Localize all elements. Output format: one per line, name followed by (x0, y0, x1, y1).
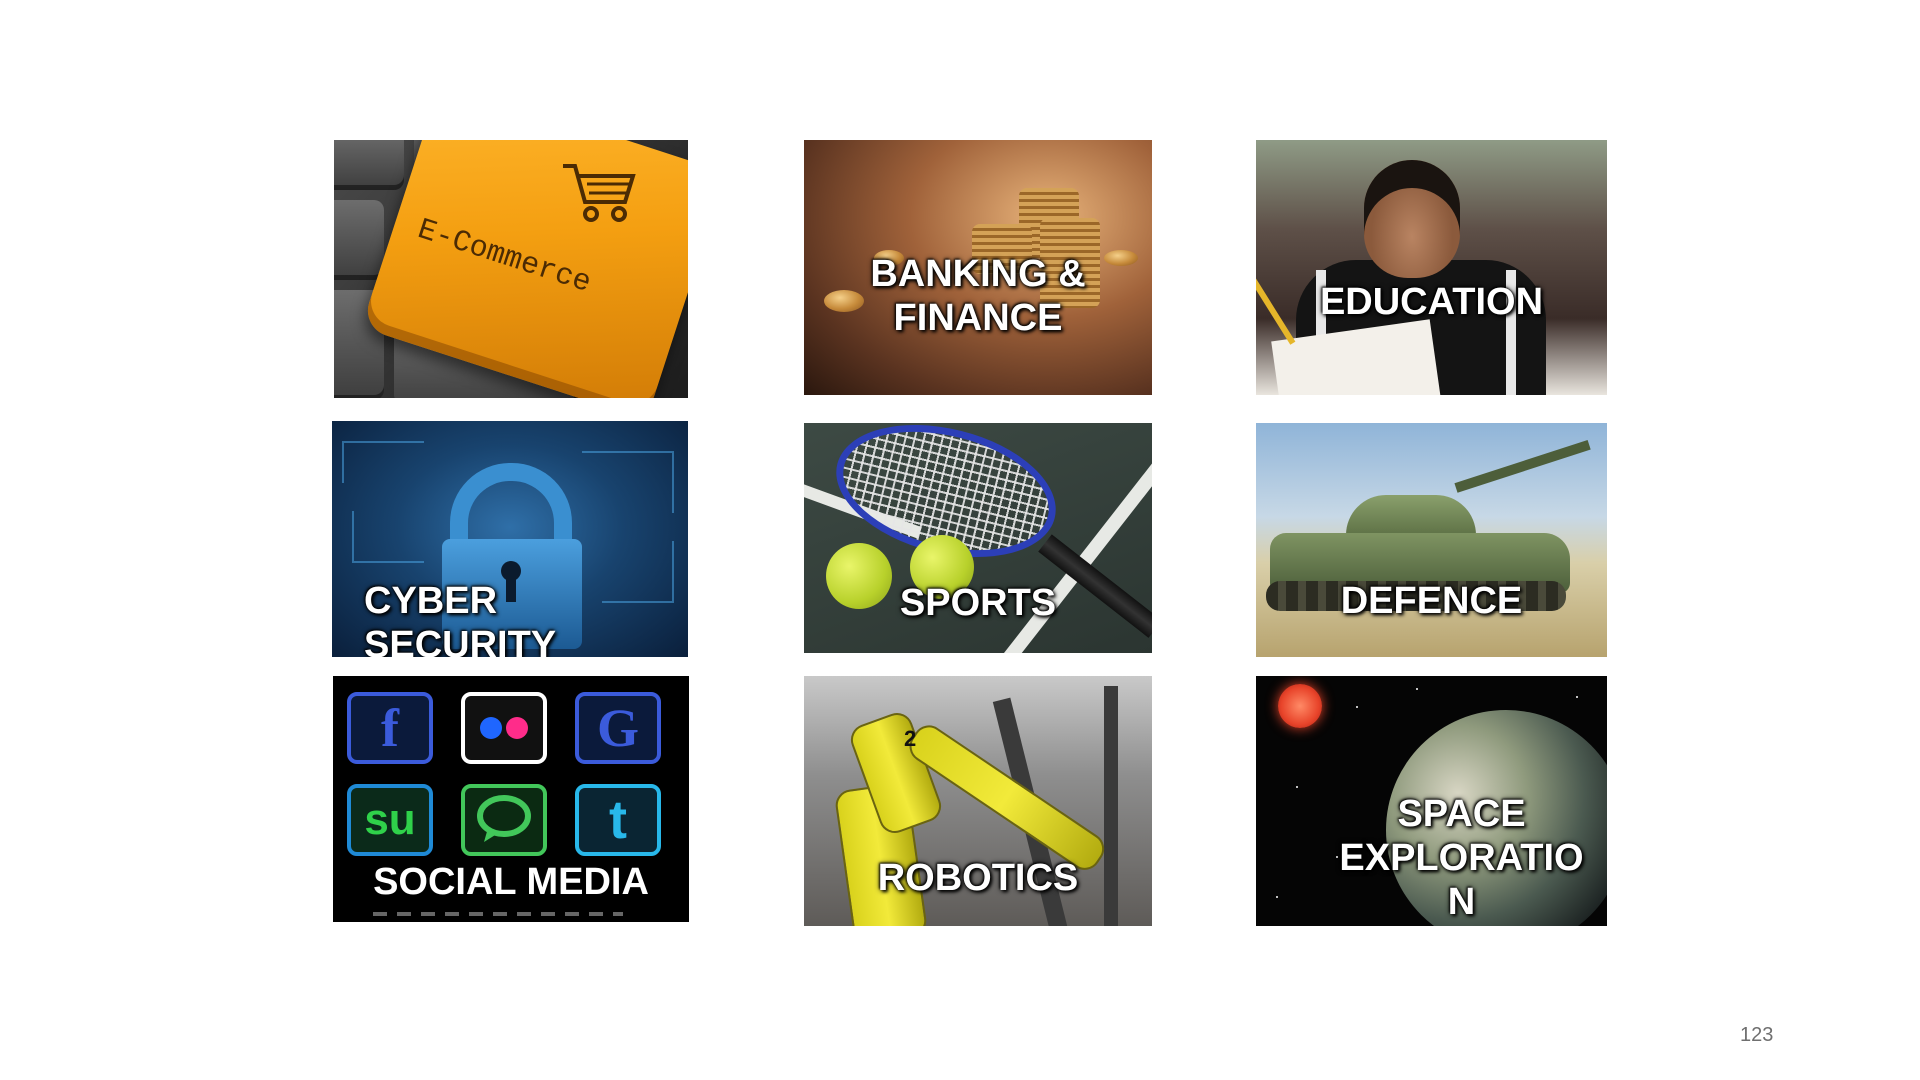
social-media-tile: f G su t SOCIAL MEDIA (333, 676, 689, 922)
sports-label: SPORTS (899, 582, 1057, 624)
google-icon: G (575, 692, 661, 764)
red-star (1278, 684, 1322, 728)
flickr-icon (461, 692, 547, 764)
keyboard-key (334, 140, 404, 190)
space-exploration-tile: SPACE EXPLORATIO N (1256, 676, 1607, 926)
stumbleupon-icon: su (347, 784, 433, 856)
star (1356, 706, 1358, 708)
student-head (1364, 160, 1460, 278)
cropped-caption (373, 912, 623, 916)
defence-label: DEFENCE (1340, 580, 1523, 622)
circuit-trace (342, 441, 424, 483)
facebook-icon: f (347, 692, 433, 764)
page-number: 123 (1740, 1024, 1774, 1046)
shopping-cart-icon (563, 164, 636, 222)
circuit-trace (352, 511, 424, 563)
social-media-label: SOCIAL MEDIA (373, 861, 649, 903)
banking-finance-tile: BANKING & FINANCE (804, 140, 1152, 395)
ecommerce-tile: E-Commerce (334, 140, 688, 398)
chat-icon (461, 784, 547, 856)
star (1576, 696, 1578, 698)
circuit-trace (582, 451, 674, 513)
tank-gun (1454, 439, 1591, 493)
keyboard-key (334, 200, 384, 280)
cyber-security-tile: CYBER SECURITY (332, 421, 688, 657)
education-tile: EDUCATION (1256, 140, 1607, 395)
sports-tile: SPORTS (804, 423, 1152, 653)
education-label: EDUCATION (1319, 281, 1544, 323)
robot-arm-number: 2 (904, 726, 917, 751)
defence-tile: DEFENCE (1256, 423, 1607, 657)
robotics-tile: 2 ROBOTICS (804, 676, 1152, 926)
cyber-security-label: CYBER SECURITY (364, 580, 557, 657)
star (1416, 688, 1418, 690)
space-exploration-label: SPACE EXPLORATIO N (1339, 793, 1584, 923)
twitter-icon: t (575, 784, 661, 856)
star (1276, 896, 1278, 898)
star (1296, 786, 1298, 788)
banking-finance-label: BANKING & FINANCE (870, 253, 1086, 339)
robotics-label: ROBOTICS (877, 857, 1079, 899)
